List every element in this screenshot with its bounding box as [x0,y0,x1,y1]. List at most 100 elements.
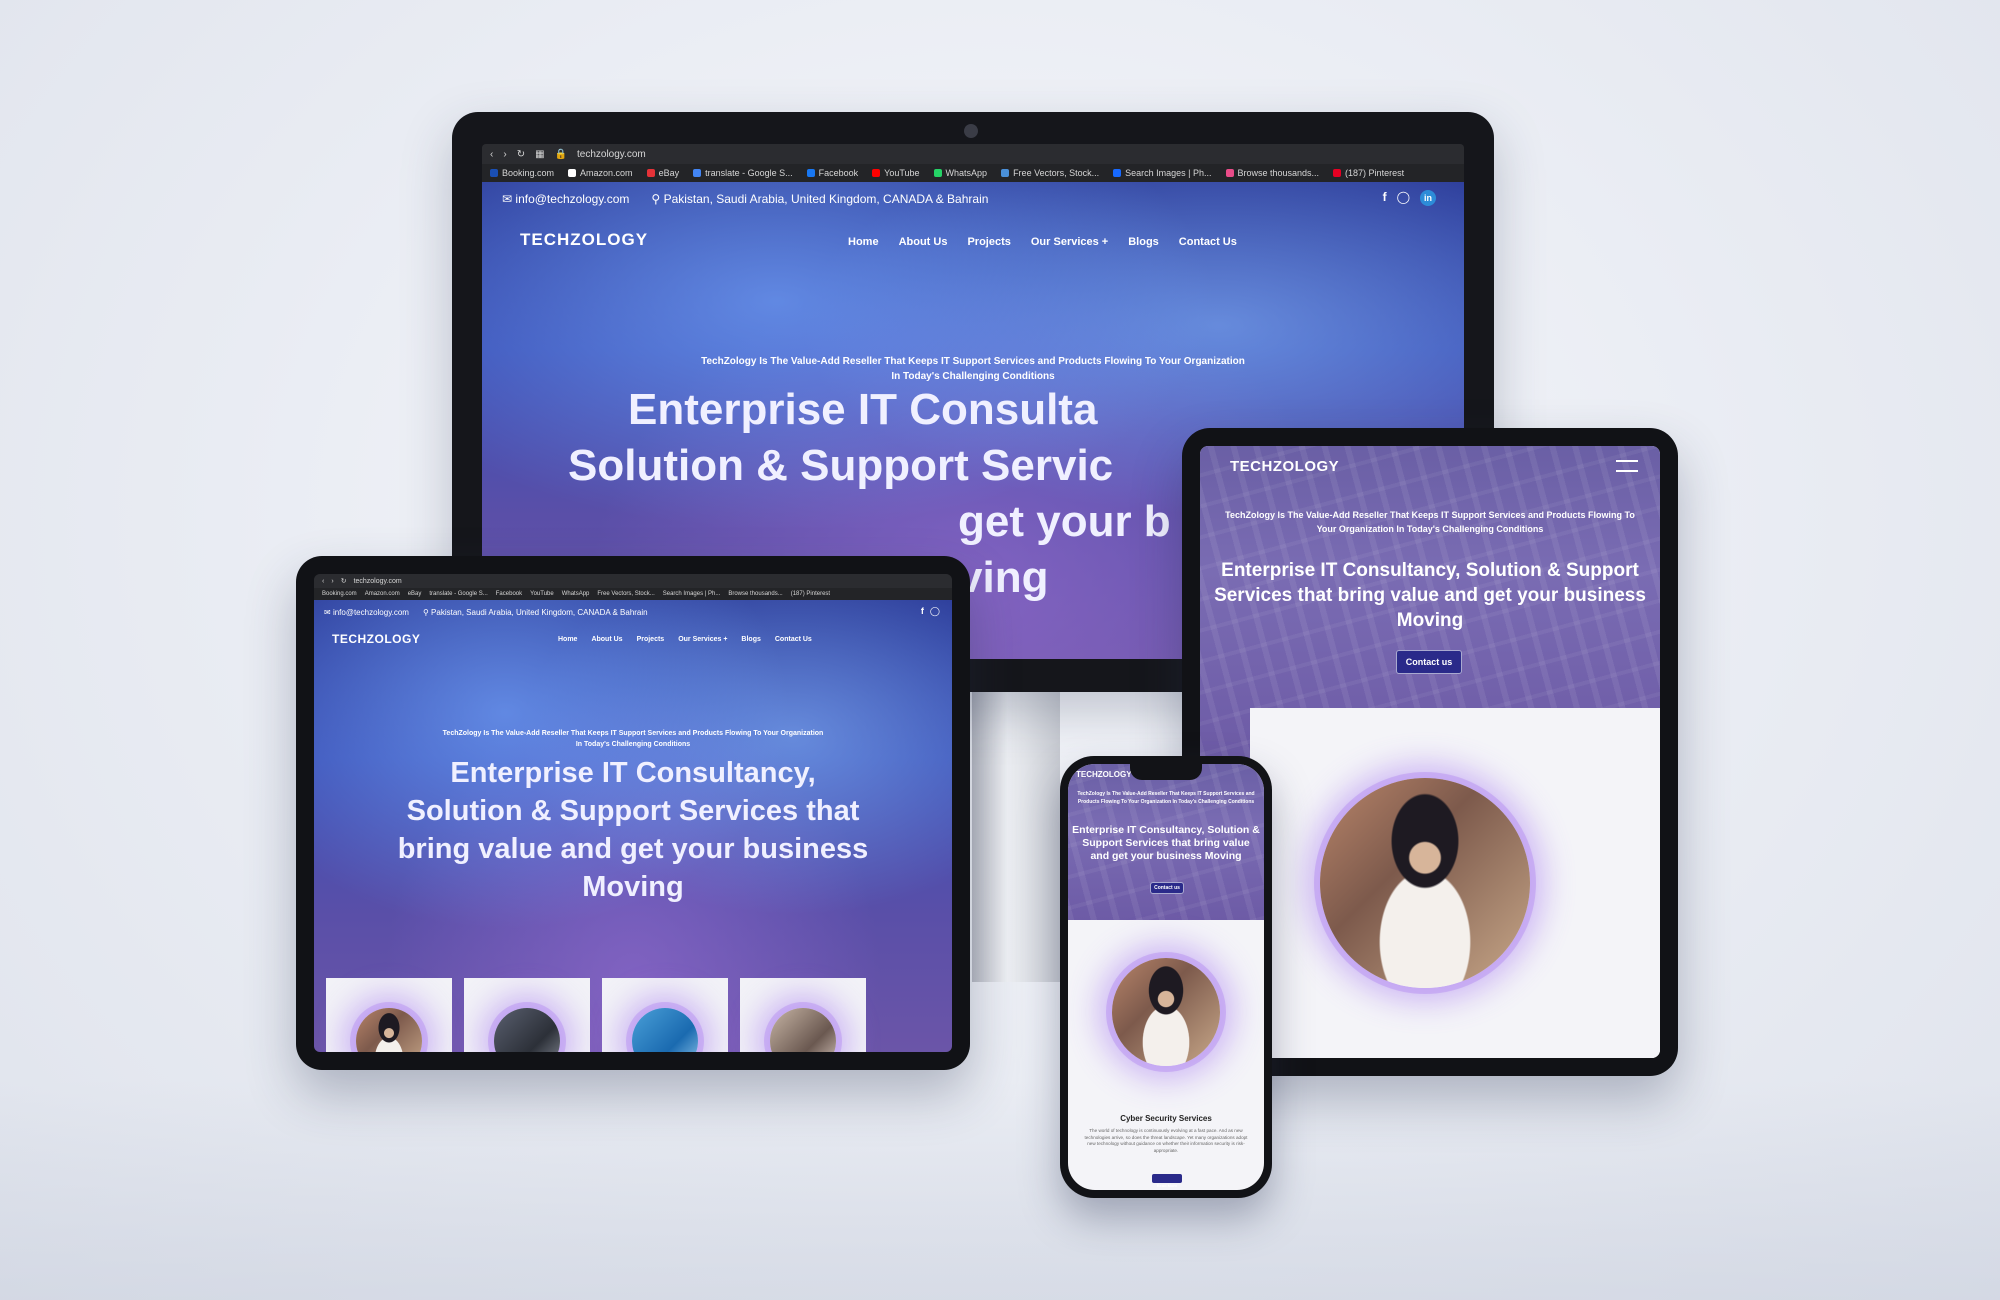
bookmark[interactable]: Amazon.com [365,591,400,597]
nav-blogs[interactable]: Blogs [1128,236,1159,248]
linkedin-icon[interactable]: in [1420,190,1436,206]
instagram-icon[interactable]: ◯ [1397,190,1410,206]
menu-icon[interactable] [1616,460,1638,472]
phone-screen: TECHZOLOGY TechZology Is The Value-Add R… [1068,764,1264,1190]
bookmark-icon [933,169,942,177]
nav-services[interactable]: Our Services + [678,636,727,643]
bookmark-icon [1001,169,1010,177]
bookmark[interactable]: WhatsApp [933,168,987,178]
email-item[interactable]: ✉ info@techzology.com [324,608,409,617]
site-logo[interactable]: TECHZOLOGY [520,230,648,250]
cyber-security-image [1320,778,1530,988]
site-logo[interactable]: TECHZOLOGY [1230,458,1339,475]
contact-topbar: ✉ info@techzology.com ⚲ Pakistan, Saudi … [502,192,988,206]
instagram-icon[interactable]: ◯ [930,606,940,617]
map-pin-icon: ⚲ [422,608,429,617]
lock-icon: 🔒 [554,148,567,160]
nav-contact[interactable]: Contact Us [1179,236,1237,248]
hero-headline: Enterprise IT Consultancy, Solution & Su… [1214,560,1646,631]
hero-section: TECHZOLOGY TechZology Is The Value-Add R… [1068,764,1264,920]
address-bar[interactable]: techzology.com [354,578,402,585]
nav-home[interactable]: Home [848,236,879,248]
reload-icon[interactable]: ↻ [517,149,525,160]
apps-icon[interactable]: ▦ [535,149,544,160]
bookmark-icon [693,169,702,177]
site-logo[interactable]: TECHZOLOGY [332,632,420,646]
service-title: Cyber Security Services [1120,1114,1212,1123]
webcam [964,124,978,138]
bookmark-icon [1333,169,1342,177]
back-icon[interactable]: ‹ [490,149,493,160]
bookmark-icon [806,169,815,177]
reload-icon[interactable]: ↻ [341,577,347,585]
hero-tagline: TechZology Is The Value-Add Reseller Tha… [1077,791,1255,805]
bookmark[interactable]: eBay [408,591,422,597]
email-item[interactable]: ✉ info@techzology.com [502,192,629,206]
nav-projects[interactable]: Projects [967,236,1010,248]
landscape-tablet-screen: ‹ › ↻ techzology.com Booking.com Amazon.… [314,574,952,1052]
bookmark[interactable]: eBay [646,168,679,178]
landscape-tablet: ‹ › ↻ techzology.com Booking.com Amazon.… [296,556,970,1070]
site-logo[interactable]: TECHZOLOGY [1076,770,1132,779]
service-card[interactable] [1250,708,1660,1058]
bookmark[interactable]: WhatsApp [562,591,590,597]
bookmark[interactable]: Booking.com [322,591,357,597]
bookmark[interactable]: Free Vectors, Stock... [1001,168,1099,178]
bookmark[interactable]: Browse thousands... [1225,168,1319,178]
cyber-security-image [1112,958,1220,1066]
bookmark-icon [872,169,881,177]
bookmark[interactable]: Free Vectors, Stock... [597,591,654,597]
contact-us-button[interactable]: Contact us [1396,650,1462,674]
read-more-label: Read More [1156,1183,1178,1188]
nav-contact[interactable]: Contact Us [775,636,812,643]
phone-notch [1130,764,1202,780]
nav-about[interactable]: About Us [591,636,622,643]
service-card-image [356,1008,422,1052]
hero-tagline: TechZology Is The Value-Add Reseller Tha… [442,730,824,748]
bookmarks-bar: Booking.com Amazon.com eBay translate - … [314,588,952,600]
service-card[interactable] [326,978,452,1052]
read-more-button[interactable]: Read More [1152,1174,1182,1188]
contact-us-button-label: Contact us [1405,657,1453,667]
bookmark[interactable]: Search Images | Ph... [663,591,721,597]
service-cards-row [326,978,946,1052]
back-icon[interactable]: ‹ [322,578,324,585]
bookmark[interactable]: Booking.com [490,168,554,178]
social-icons: f ◯ [921,606,940,617]
bookmark[interactable]: Search Images | Ph... [1113,168,1212,178]
service-card-image [770,1008,836,1052]
bookmark[interactable]: YouTube [872,168,920,178]
bookmark[interactable]: Facebook [496,591,522,597]
address-bar[interactable]: techzology.com [577,149,777,160]
nav-services[interactable]: Our Services + [1031,236,1108,248]
bookmark[interactable]: (187) Pinterest [1333,168,1404,178]
nav-blogs[interactable]: Blogs [741,636,760,643]
hero-section: ✉ info@techzology.com ⚲ Pakistan, Saudi … [314,600,952,1052]
service-card[interactable] [602,978,728,1052]
forward-icon[interactable]: › [331,578,333,585]
location-item: ⚲ Pakistan, Saudi Arabia, United Kingdom… [651,192,989,206]
contact-us-button[interactable]: Contact us [1150,882,1184,894]
nav-projects[interactable]: Projects [637,636,665,643]
bookmark[interactable]: Browse thousands... [728,591,782,597]
service-card-image [632,1008,698,1052]
facebook-icon[interactable]: f [921,606,924,617]
bookmark[interactable]: Facebook [806,168,858,178]
service-card[interactable] [464,978,590,1052]
social-icons: f ◯ in [1383,190,1436,206]
bookmark[interactable]: translate - Google S... [693,168,793,178]
smartphone: TECHZOLOGY TechZology Is The Value-Add R… [1060,756,1272,1198]
facebook-icon[interactable]: f [1383,190,1387,206]
nav-about[interactable]: About Us [899,236,948,248]
service-card[interactable] [740,978,866,1052]
mail-icon: ✉ [324,608,331,617]
forward-icon[interactable]: › [503,149,506,160]
bookmark[interactable]: translate - Google S... [429,591,487,597]
bookmark[interactable]: YouTube [530,591,554,597]
hero-tagline: TechZology Is The Value-Add Reseller Tha… [1225,510,1635,534]
bookmark[interactable]: (187) Pinterest [791,591,830,597]
bookmark-icon [490,169,498,177]
bookmark[interactable]: Amazon.com [568,168,633,178]
nav-home[interactable]: Home [558,636,577,643]
bookmark-icon [568,169,577,177]
